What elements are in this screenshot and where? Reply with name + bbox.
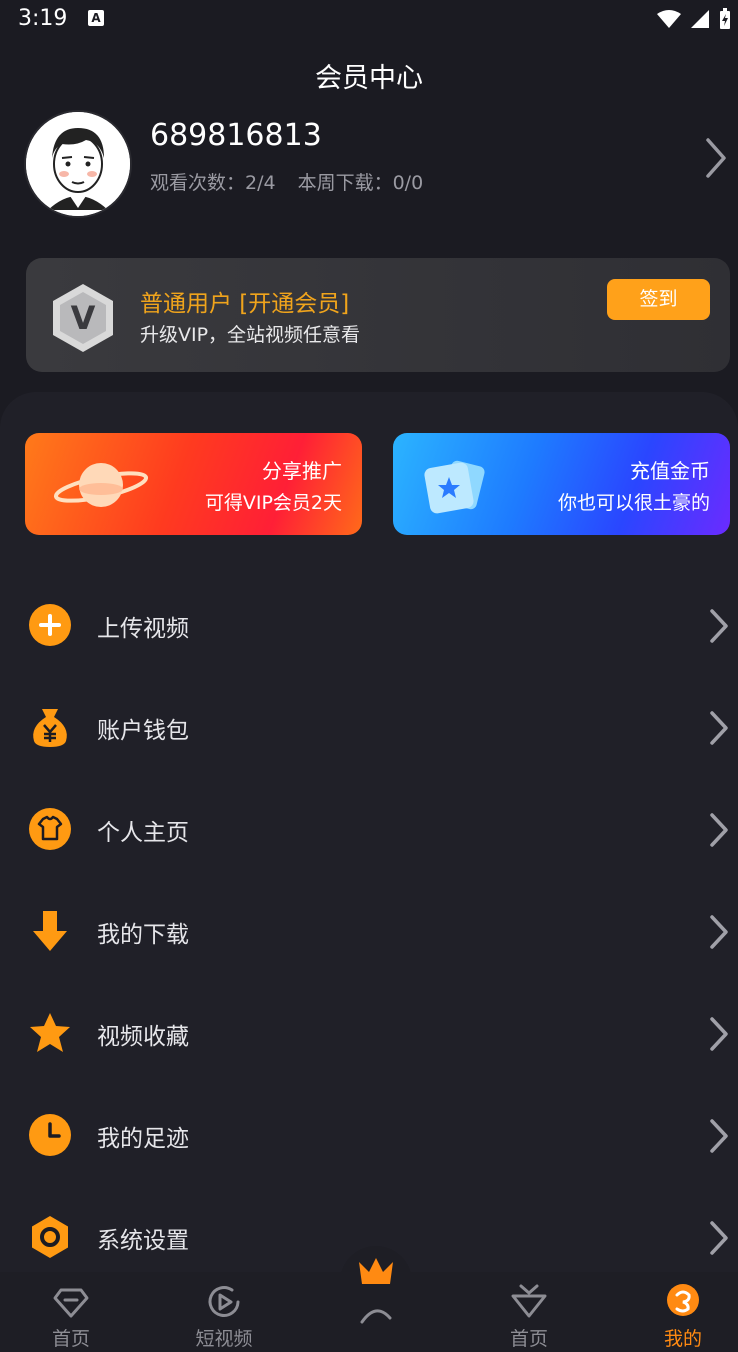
recharge-promo-card[interactable]: 充值金币 你也可以很土豪的 bbox=[393, 433, 730, 535]
play-circle-icon bbox=[208, 1286, 240, 1317]
menu-item-label: 系统设置 bbox=[97, 1228, 189, 1254]
plus-circle-icon bbox=[29, 604, 71, 646]
coin-card-icon bbox=[424, 460, 485, 514]
chevron-right-icon bbox=[710, 813, 728, 847]
download-arrow-icon bbox=[33, 911, 67, 951]
chevron-right-icon bbox=[710, 609, 728, 643]
share-promo-title: 分享推广 bbox=[262, 459, 342, 483]
share-promo-subtitle: 可得VIP会员2天 bbox=[204, 492, 342, 514]
menu-item-my-downloads[interactable]: 我的下载 bbox=[0, 891, 738, 971]
watch-count: 观看次数：2/4 bbox=[150, 172, 276, 194]
menu-item-label: 账户钱包 bbox=[97, 718, 189, 744]
page-title: 会员中心 bbox=[315, 63, 423, 94]
nav-tab-home[interactable]: 首页 bbox=[16, 1272, 126, 1352]
nav-tab-short-video[interactable]: 短视频 bbox=[169, 1272, 279, 1352]
settings-hex-icon bbox=[32, 1216, 68, 1258]
nav-tab-label: 首页 bbox=[51, 1328, 90, 1350]
tshirt-icon bbox=[29, 808, 71, 850]
wifi-icon bbox=[657, 10, 681, 28]
menu-item-wallet[interactable]: 账户钱包 bbox=[0, 687, 738, 767]
chevron-right-icon bbox=[710, 1017, 728, 1051]
battery-icon bbox=[720, 8, 730, 29]
recharge-promo-title: 充值金币 bbox=[630, 459, 710, 483]
notification-a-icon: A bbox=[88, 10, 104, 26]
avatar-face-icon bbox=[26, 112, 130, 216]
avatar[interactable] bbox=[26, 112, 130, 216]
planet-icon bbox=[53, 463, 149, 507]
chevron-right-icon[interactable] bbox=[700, 136, 730, 180]
clock-icon bbox=[29, 1114, 71, 1156]
nav-tab-mine[interactable]: 我的 bbox=[628, 1272, 738, 1352]
menu-item-history[interactable]: 我的足迹 bbox=[0, 1095, 738, 1175]
recharge-promo-subtitle: 你也可以很土豪的 bbox=[557, 492, 710, 514]
money-bag-icon bbox=[33, 709, 67, 747]
nav-tab-label: 首页 bbox=[509, 1328, 548, 1350]
status-bar: 3:19 A bbox=[0, 0, 738, 40]
vip-badge-icon: V bbox=[53, 284, 113, 352]
vip-badge-letter: V bbox=[71, 299, 96, 337]
menu-item-label: 上传视频 bbox=[97, 616, 189, 642]
user-id: 689816813 bbox=[150, 118, 322, 153]
signal-icon bbox=[691, 10, 709, 28]
star-icon bbox=[30, 1013, 70, 1052]
menu-item-label: 我的足迹 bbox=[97, 1126, 189, 1152]
diamond-icon bbox=[53, 1288, 89, 1318]
nav-tab-label: 短视频 bbox=[195, 1328, 253, 1350]
menu-item-label: 个人主页 bbox=[97, 820, 189, 846]
menu-item-label: 视频收藏 bbox=[97, 1024, 189, 1050]
nav-tab-home-2[interactable]: 首页 bbox=[474, 1272, 584, 1352]
chevron-right-icon bbox=[710, 915, 728, 949]
vip-title[interactable]: 普通用户 [开通会员] bbox=[140, 284, 349, 318]
user-stats: 观看次数：2/4 本周下载：0/0 bbox=[150, 168, 445, 195]
menu-item-favorites[interactable]: 视频收藏 bbox=[0, 993, 738, 1073]
checkin-button[interactable]: 签到 bbox=[607, 279, 710, 320]
weekly-download-count: 本周下载：0/0 bbox=[297, 172, 424, 194]
chevron-right-icon bbox=[710, 1221, 728, 1255]
crown-base-icon bbox=[360, 1309, 392, 1324]
menu-item-label: 我的下载 bbox=[97, 922, 189, 948]
bottom-nav: 首页 短视频 首页 我的 bbox=[0, 1258, 738, 1352]
vip-subtitle: 升级VIP，全站视频任意看 bbox=[140, 324, 361, 346]
nav-tab-vip[interactable] bbox=[321, 1258, 431, 1352]
status-time: 3:19 bbox=[18, 6, 68, 31]
chevron-right-icon bbox=[710, 711, 728, 745]
crown-icon bbox=[359, 1258, 393, 1284]
chevron-right-icon bbox=[710, 1119, 728, 1153]
menu-item-upload-video[interactable]: 上传视频 bbox=[0, 585, 738, 665]
nav-tab-label: 我的 bbox=[663, 1328, 702, 1350]
menu-item-personal-page[interactable]: 个人主页 bbox=[0, 789, 738, 869]
heart-tv-icon bbox=[511, 1284, 547, 1318]
profile-icon bbox=[667, 1284, 699, 1316]
share-promo-card[interactable]: 分享推广 可得VIP会员2天 bbox=[25, 433, 362, 535]
